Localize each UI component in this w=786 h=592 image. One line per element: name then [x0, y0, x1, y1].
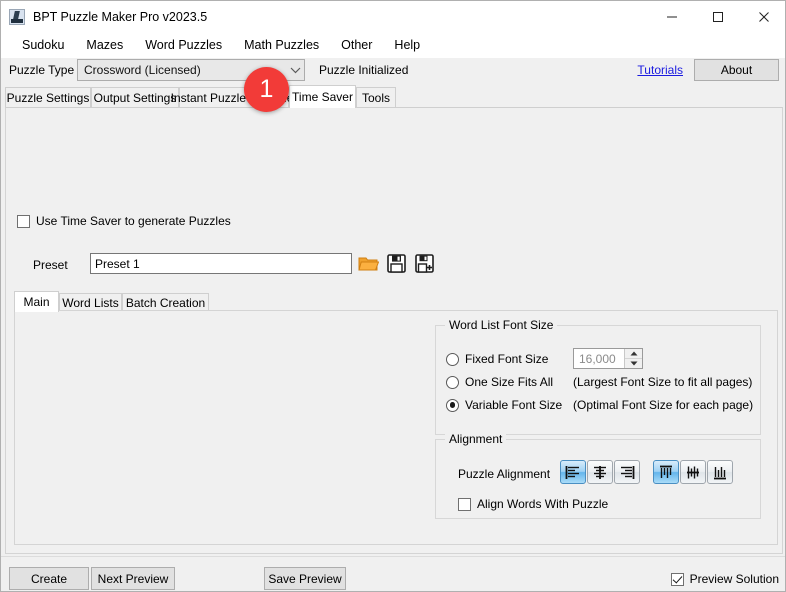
word-list-font-size-group: Word List Font Size Fixed Font Size One …: [435, 325, 761, 435]
checkbox-box: [458, 498, 471, 511]
menu-item-mazes[interactable]: Mazes: [75, 35, 134, 55]
window-title: BPT Puzzle Maker Pro v2023.5: [33, 10, 207, 24]
save-icon: [387, 254, 406, 273]
tutorials-link[interactable]: Tutorials: [637, 63, 683, 77]
tab-puzzle-settings[interactable]: Puzzle Settings: [5, 87, 91, 107]
radio-one-size-fits-all[interactable]: One Size Fits All: [446, 375, 553, 389]
window-controls: [649, 1, 786, 32]
radio-fixed-font-size[interactable]: Fixed Font Size: [446, 352, 548, 366]
align-vert-top-icon: [658, 465, 674, 480]
maximize-button[interactable]: [695, 1, 741, 32]
chevron-down-icon: [286, 66, 304, 74]
menu-item-other[interactable]: Other: [330, 35, 383, 55]
spinner-down-button[interactable]: [625, 359, 642, 368]
align-words-with-puzzle-checkbox[interactable]: Align Words With Puzzle: [458, 497, 608, 511]
align-top-button[interactable]: [653, 460, 679, 484]
align-left-button[interactable]: [560, 460, 586, 484]
align-vert-bottom-icon: [712, 465, 728, 480]
menu-item-word-puzzles[interactable]: Word Puzzles: [134, 35, 233, 55]
menu-item-sudoku[interactable]: Sudoku: [11, 35, 75, 55]
align-left-icon: [565, 465, 581, 480]
spinner-up-button[interactable]: [625, 349, 642, 359]
align-words-with-puzzle-label: Align Words With Puzzle: [477, 497, 608, 511]
puzzle-type-label: Puzzle Type: [9, 63, 74, 77]
align-right-icon: [619, 465, 635, 480]
menu-bar: Sudoku Mazes Word Puzzles Math Puzzles O…: [1, 32, 786, 58]
fixed-font-size-spinner[interactable]: 16,000: [573, 348, 643, 369]
radio-fixed-font-size-label: Fixed Font Size: [465, 352, 548, 366]
preview-solution-checkbox[interactable]: Preview Solution: [671, 572, 779, 586]
radio-one-size-fits-all-label: One Size Fits All: [465, 375, 553, 389]
open-preset-button[interactable]: [356, 251, 381, 276]
next-preview-button[interactable]: Next Preview: [91, 567, 175, 590]
about-button[interactable]: About: [694, 59, 779, 81]
title-bar: BPT Puzzle Maker Pro v2023.5: [1, 1, 786, 32]
bottom-bar: Create Next Preview Save Preview Preview…: [1, 556, 786, 592]
application-window: BPT Puzzle Maker Pro v2023.5 Sudoku: [0, 0, 786, 592]
time-saver-sub-tab-strip: Main Word Lists Batch Creation: [14, 291, 778, 311]
tab-tools[interactable]: Tools: [356, 87, 396, 107]
save-preview-button[interactable]: Save Preview: [264, 567, 346, 590]
tab-output-settings[interactable]: Output Settings: [91, 87, 179, 107]
spinner-buttons: [624, 349, 642, 368]
subtab-word-lists[interactable]: Word Lists: [59, 293, 122, 311]
main-tab-strip: Puzzle Settings Output Settings Instant …: [5, 85, 783, 107]
alignment-group: Alignment Puzzle Alignment: [435, 439, 761, 519]
tab-time-saver[interactable]: Time Saver: [289, 85, 356, 108]
puzzle-type-row: Puzzle Type Crossword (Licensed) Puzzle …: [1, 58, 786, 84]
subtab-batch-creation[interactable]: Batch Creation: [122, 293, 209, 311]
radio-dot: [446, 353, 459, 366]
align-bottom-button[interactable]: [707, 460, 733, 484]
menu-item-help[interactable]: Help: [383, 35, 431, 55]
checkbox-box: [671, 573, 684, 586]
caret-up-icon: [630, 351, 638, 356]
radio-dot: [446, 399, 459, 412]
align-middle-button[interactable]: [680, 460, 706, 484]
puzzle-alignment-label: Puzzle Alignment: [458, 467, 550, 481]
radio-variable-font-size-label: Variable Font Size: [465, 398, 562, 412]
caret-down-icon: [630, 361, 638, 366]
preview-solution-label: Preview Solution: [690, 572, 779, 586]
align-vert-middle-icon: [685, 465, 701, 480]
app-icon: [9, 9, 25, 25]
checkbox-box: [17, 215, 30, 228]
status-text: Puzzle Initialized: [319, 63, 408, 77]
subtab-main[interactable]: Main: [14, 291, 59, 312]
preset-label: Preset: [33, 258, 68, 272]
annotation-badge-1: 1: [244, 67, 289, 112]
menu-item-math-puzzles[interactable]: Math Puzzles: [233, 35, 330, 55]
word-list-font-size-title: Word List Font Size: [445, 318, 557, 332]
alignment-title: Alignment: [445, 432, 506, 446]
maximize-icon: [712, 11, 724, 23]
create-button[interactable]: Create: [9, 567, 89, 590]
close-icon: [758, 11, 770, 23]
radio-dot: [446, 376, 459, 389]
minimize-button[interactable]: [649, 1, 695, 32]
folder-open-icon: [358, 255, 379, 273]
align-center-button[interactable]: [587, 460, 613, 484]
minimize-icon: [666, 11, 678, 23]
save-as-icon: [415, 254, 434, 273]
hint-one-size-fits-all: (Largest Font Size to fit all pages): [573, 375, 752, 389]
hint-variable-font-size: (Optimal Font Size for each page): [573, 398, 753, 412]
preset-input[interactable]: [90, 253, 352, 274]
use-time-saver-checkbox[interactable]: Use Time Saver to generate Puzzles: [17, 214, 231, 228]
use-time-saver-label: Use Time Saver to generate Puzzles: [36, 214, 231, 228]
fixed-font-size-value: 16,000: [574, 349, 624, 368]
align-right-button[interactable]: [614, 460, 640, 484]
radio-variable-font-size[interactable]: Variable Font Size: [446, 398, 562, 412]
align-center-icon: [592, 465, 608, 480]
save-as-preset-button[interactable]: [412, 251, 437, 276]
save-preset-button[interactable]: [384, 251, 409, 276]
main-subtab-panel: Word List Font Size Fixed Font Size One …: [14, 310, 778, 545]
time-saver-panel: Use Time Saver to generate Puzzles Prese…: [5, 107, 783, 554]
close-button[interactable]: [741, 1, 786, 32]
